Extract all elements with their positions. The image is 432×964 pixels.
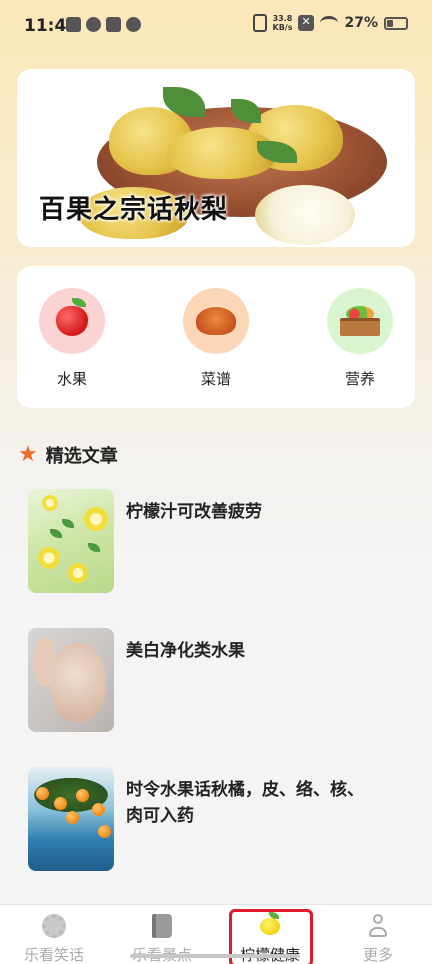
- book-icon: [152, 914, 172, 938]
- star-icon: ★: [18, 442, 38, 467]
- article-item[interactable]: 柠檬汁可改善疲劳: [28, 489, 408, 595]
- nav-item-more[interactable]: 更多: [324, 913, 432, 964]
- section-title: 精选文章: [45, 446, 118, 467]
- nav-label: 乐看笑话: [23, 946, 84, 964]
- article-title: 美白净化类水果: [126, 641, 245, 661]
- category-fruit-circle: [39, 288, 105, 354]
- no-signal-icon: [298, 15, 315, 31]
- network-speed-value: 33.8: [272, 14, 293, 23]
- article-item[interactable]: 美白净化类水果: [28, 628, 408, 734]
- status-bar: 11:47 33.8 KB/s 27%: [0, 0, 432, 52]
- category-recipe[interactable]: 菜谱: [181, 288, 251, 389]
- article-item[interactable]: 时令水果话秋橘，皮、络、核、肉可入药: [28, 767, 408, 873]
- article-title: 时令水果话秋橘，皮、络、核、肉可入药: [126, 780, 364, 826]
- category-label: 菜谱: [200, 370, 231, 388]
- category-label: 水果: [56, 370, 87, 388]
- orange-tree-image: [28, 767, 114, 871]
- dish-icon: [196, 307, 236, 335]
- wifi-icon: [320, 16, 339, 30]
- network-speed: 33.8 KB/s: [273, 14, 293, 32]
- person-icon: [369, 914, 387, 938]
- category-nutrition-circle: [327, 288, 393, 354]
- section-header: ★ 精选文章: [18, 442, 118, 468]
- apple-icon: [56, 298, 88, 336]
- gear-icon: [42, 914, 66, 938]
- battery-percent: 27%: [344, 15, 378, 31]
- category-nutrition[interactable]: 营养: [325, 288, 395, 389]
- vegetable-crate-icon: [340, 306, 380, 336]
- vibrate-icon: [252, 14, 267, 32]
- check-notification-icon: [86, 17, 101, 32]
- banner-title: 百果之宗话秋梨: [39, 195, 229, 225]
- battery-icon: [384, 16, 408, 30]
- status-indicators: 33.8 KB/s 27%: [252, 14, 408, 32]
- article-title: 柠檬汁可改善疲劳: [126, 502, 262, 522]
- network-speed-unit: KB/s: [272, 23, 293, 32]
- category-fruit[interactable]: 水果: [37, 288, 107, 389]
- wechat-notification-icon: [126, 17, 141, 32]
- notification-icons: [66, 17, 141, 32]
- category-recipe-circle: [183, 288, 249, 354]
- mail-notification-icon: [66, 17, 81, 32]
- lemon-water-image: [28, 489, 114, 593]
- category-label: 营养: [344, 370, 375, 388]
- category-card: 水果 菜谱 营养: [17, 266, 415, 408]
- nav-item-jokes[interactable]: 乐看笑话: [0, 913, 108, 964]
- banner[interactable]: 百果之宗话秋梨: [17, 69, 415, 247]
- app-notification-icon: [106, 17, 121, 32]
- home-indicator: [130, 954, 300, 958]
- nav-label: 更多: [362, 946, 393, 964]
- woman-face-image: [28, 628, 114, 732]
